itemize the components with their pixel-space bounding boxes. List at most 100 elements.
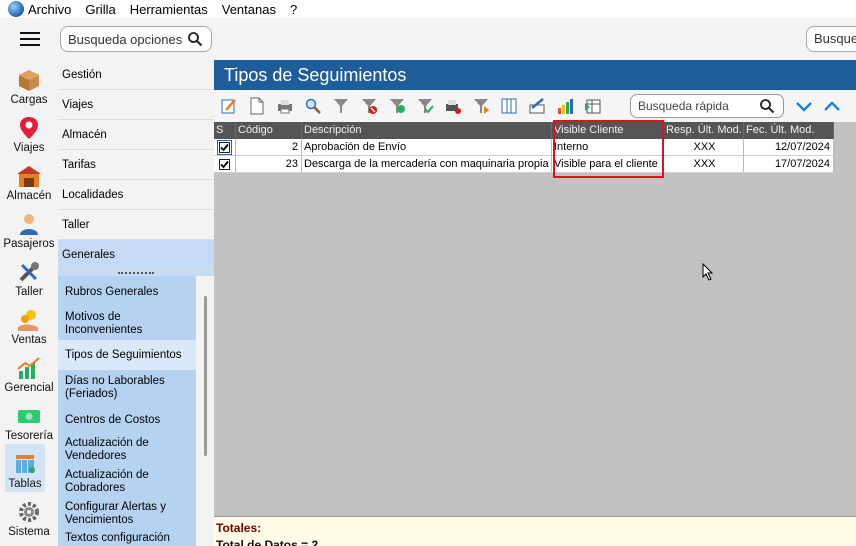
rail-item-ventas[interactable]: Ventas	[2, 300, 56, 348]
cell-visible-cliente: Visible para el cliente	[552, 156, 664, 173]
subnav-item-rubros-generales[interactable]: Rubros Generales	[58, 276, 196, 308]
row-checkbox[interactable]	[219, 158, 230, 170]
chevron-up-icon[interactable]	[822, 96, 842, 116]
menu-bar: Archivo Grilla Herramientas Ventanas ?	[0, 0, 856, 18]
cell-resp: XXX	[664, 156, 744, 173]
box-icon	[16, 68, 42, 92]
subnav-item-motivos-inconvenientes[interactable]: Motivos de Inconvenientes	[58, 308, 196, 340]
subnav-item-textos-configuracion[interactable]: Textos configuración	[58, 530, 196, 546]
options-search-placeholder: Busqueda opciones	[68, 31, 183, 47]
column-header-resp[interactable]: Resp. Últ. Mod.	[664, 122, 744, 139]
row-checkbox[interactable]	[217, 139, 232, 155]
navigation-column: Gestión Viajes Almacén Tarifas Localidad…	[58, 60, 214, 546]
filter-remove-icon[interactable]	[360, 97, 378, 115]
menu-help[interactable]: ?	[290, 2, 297, 17]
menu-grilla[interactable]: Grilla	[85, 2, 115, 17]
filter-check-icon[interactable]	[416, 97, 434, 115]
cell-descripcion: Descarga de la mercadería con maquinaria…	[302, 156, 552, 173]
warehouse-icon	[16, 164, 42, 188]
quick-search-icon[interactable]	[759, 98, 775, 114]
top-search-row: Busqueda opciones Busqueda	[0, 18, 856, 60]
nav-item-taller[interactable]: Taller	[58, 210, 214, 240]
nav-item-gestion[interactable]: Gestión	[58, 60, 214, 90]
subnav-item-actualizacion-cobradores[interactable]: Actualización de Cobradores	[58, 466, 196, 498]
menu-herramientas[interactable]: Herramientas	[130, 2, 208, 17]
edit-grid-icon[interactable]	[528, 97, 546, 115]
table-icon	[12, 452, 38, 476]
bar-chart-icon[interactable]	[556, 97, 574, 115]
wrench-icon	[16, 260, 42, 284]
new-document-icon[interactable]	[248, 97, 266, 115]
subnav-panel: Rubros Generales Motivos de Inconvenient…	[58, 276, 196, 546]
person-icon	[16, 212, 42, 236]
cell-codigo: 23	[236, 156, 302, 173]
nav-item-almacen[interactable]: Almacén	[58, 120, 214, 150]
app-globe-icon	[8, 1, 24, 17]
rail-label: Cargas	[10, 94, 48, 106]
column-header-codigo[interactable]: Código	[236, 122, 302, 139]
subnav-item-actualizacion-vendedores[interactable]: Actualización de Vendedores	[58, 434, 196, 466]
table-row[interactable]: 2 Aprobación de Envío Interno XXX 12/07/…	[214, 139, 856, 156]
rail-label: Taller	[15, 286, 43, 298]
rail-item-tesoreria[interactable]: Tesorería	[2, 396, 56, 444]
subnav-item-tipos-seguimientos[interactable]: Tipos de Seguimientos	[58, 340, 196, 370]
main-panel: Tipos de Seguimientos Busqueda rápida S …	[214, 60, 856, 546]
grid-header: S Código Descripción Visible Cliente Res…	[214, 122, 856, 139]
column-header-s[interactable]: S	[214, 122, 236, 139]
columns-icon[interactable]	[500, 97, 518, 115]
options-search-input[interactable]: Busqueda opciones	[60, 26, 212, 52]
data-grid: S Código Descripción Visible Cliente Res…	[214, 122, 856, 173]
subnav-scrollbar[interactable]	[204, 296, 207, 456]
menu-archivo[interactable]: Archivo	[28, 2, 71, 17]
nav-item-viajes[interactable]: Viajes	[58, 90, 214, 120]
nav-item-tarifas[interactable]: Tarifas	[58, 150, 214, 180]
rail-item-cargas[interactable]: Cargas	[2, 60, 56, 108]
money-icon	[16, 404, 42, 428]
subnav-item-centros-costos[interactable]: Centros de Costos	[58, 406, 196, 434]
search-icon[interactable]	[187, 31, 203, 47]
rail-item-almacen[interactable]: Almacén	[2, 156, 56, 204]
export-sheet-icon[interactable]	[584, 97, 602, 115]
page-title: Tipos de Seguimientos	[214, 60, 856, 90]
rail-item-tablas[interactable]: Tablas	[5, 444, 45, 492]
filter-icon[interactable]	[332, 97, 350, 115]
print-preview-icon[interactable]	[444, 97, 462, 115]
rail-label: Tesorería	[5, 430, 53, 442]
rail-label: Tablas	[8, 478, 42, 490]
row-select-cell[interactable]	[214, 139, 236, 156]
subnav-item-configurar-alertas[interactable]: Configurar Alertas y Vencimientos	[58, 498, 196, 530]
column-header-fecha[interactable]: Fec. Últ. Mod.	[744, 122, 834, 139]
rail-label: Pasajeros	[3, 238, 55, 250]
cell-codigo: 2	[236, 139, 302, 156]
quick-search-placeholder: Busqueda rápida	[638, 99, 729, 113]
chevron-down-icon[interactable]	[794, 96, 814, 116]
column-header-descripcion[interactable]: Descripción	[302, 122, 552, 139]
row-select-cell[interactable]	[214, 156, 236, 173]
subnav-item-dias-no-laborables[interactable]: Días no Laborables (Feriados)	[58, 370, 196, 406]
print-icon[interactable]	[276, 97, 294, 115]
rail-item-gerencial[interactable]: Gerencial	[2, 348, 56, 396]
cell-descripcion: Aprobación de Envío	[302, 139, 552, 156]
mouse-cursor-icon	[702, 263, 714, 281]
cell-fecha: 12/07/2024	[744, 139, 834, 156]
rail-item-viajes[interactable]: Viajes	[2, 108, 56, 156]
global-search-input[interactable]: Busqueda	[806, 26, 856, 52]
menu-ventanas[interactable]: Ventanas	[222, 2, 276, 17]
quick-search-input[interactable]: Busqueda rápida	[630, 94, 784, 118]
totals-footer: Totales: Total de Datos = 2	[214, 516, 856, 546]
nav-item-generales[interactable]: Generales	[58, 240, 214, 270]
nav-item-localidades[interactable]: Localidades	[58, 180, 214, 210]
rail-item-taller[interactable]: Taller	[2, 252, 56, 300]
grid-toolbar: Busqueda rápida	[214, 90, 856, 122]
rail-label: Ventas	[11, 334, 47, 346]
table-row[interactable]: 23 Descarga de la mercadería con maquina…	[214, 156, 856, 173]
column-header-visible-cliente[interactable]: Visible Cliente	[552, 122, 664, 139]
search-icon[interactable]	[304, 97, 322, 115]
filter-export-icon[interactable]	[472, 97, 490, 115]
rail-label: Almacén	[6, 190, 52, 202]
rail-item-pasajeros[interactable]: Pasajeros	[2, 204, 56, 252]
hamburger-menu-icon[interactable]	[20, 32, 40, 46]
edit-icon[interactable]	[220, 97, 238, 115]
filter-add-icon[interactable]	[388, 97, 406, 115]
rail-item-sistema[interactable]: Sistema	[2, 492, 56, 540]
